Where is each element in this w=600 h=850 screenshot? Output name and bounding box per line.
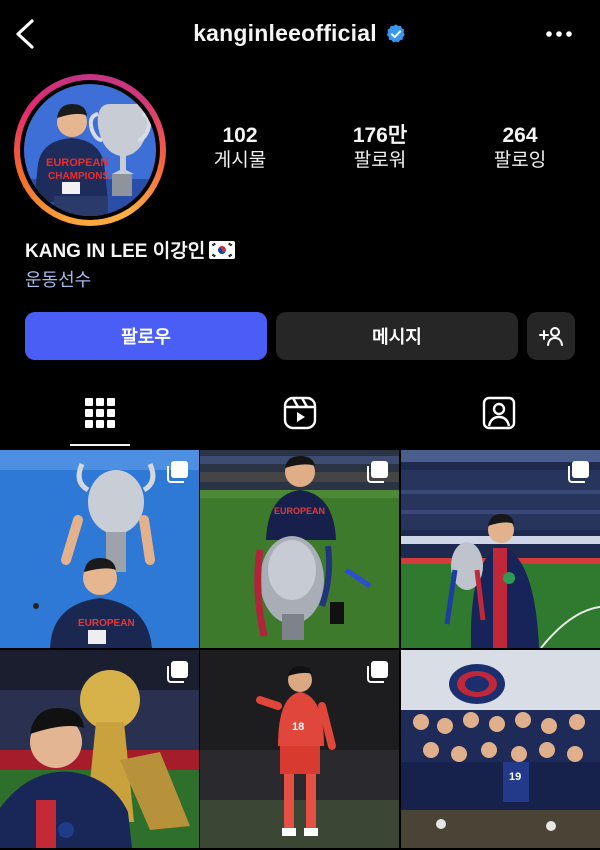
svg-text:18: 18 (292, 721, 304, 733)
follow-button[interactable]: 팔로우 (25, 312, 267, 360)
post-thumbnail-5[interactable]: 18 (200, 650, 399, 848)
post-thumbnail-1[interactable]: EUROPEAN (0, 450, 199, 648)
suggested-accounts-button[interactable] (527, 312, 575, 360)
post-thumbnail-2[interactable]: EUROPEAN (200, 450, 399, 648)
stat-value: 176만 (352, 124, 408, 147)
category-label[interactable]: 운동선수 (25, 266, 91, 292)
verified-badge-icon (386, 23, 405, 42)
stat-label: 팔로잉 (493, 150, 547, 171)
more-options-icon[interactable] (544, 24, 574, 44)
stat-label: 팔로워 (353, 150, 407, 171)
svg-text:EUROPEAN: EUROPEAN (78, 618, 135, 629)
profile-header-title: kanginleeofficial (0, 20, 600, 47)
post-thumbnail-6[interactable]: 19 (401, 650, 600, 848)
tagged-icon[interactable] (482, 396, 516, 430)
stat-value: 264 (502, 124, 538, 147)
carousel-icon (167, 461, 188, 483)
followers-count[interactable]: 176만 팔로워 (310, 124, 450, 174)
following-count[interactable]: 264 팔로잉 (450, 124, 590, 174)
south-korea-flag-icon (209, 240, 236, 259)
stat-value: 102 (222, 124, 258, 147)
grid-icon[interactable] (83, 396, 117, 430)
reels-icon[interactable] (283, 396, 317, 430)
svg-text:EUROPEAN: EUROPEAN (274, 506, 325, 516)
top-bar: kanginleeofficial (0, 0, 600, 70)
svg-text:CHAMPIONS: CHAMPIONS (48, 171, 109, 182)
display-name-row: KANG IN LEE 이강인 (25, 236, 236, 263)
post-thumbnail-3[interactable] (401, 450, 600, 648)
posts-count[interactable]: 102 게시물 (170, 124, 310, 174)
avatar[interactable]: EUROPEAN CHAMPIONS (24, 84, 156, 216)
profile-stats: 102 게시물 176만 팔로워 264 팔로잉 (170, 124, 590, 174)
message-button[interactable]: 메시지 (276, 312, 518, 360)
svg-text:EUROPEAN: EUROPEAN (46, 157, 108, 169)
active-tab-indicator (70, 444, 130, 446)
profile-tabs (0, 378, 600, 448)
carousel-icon (167, 661, 188, 683)
svg-text:19: 19 (509, 771, 521, 783)
carousel-icon (568, 461, 589, 483)
display-name: KANG IN LEE 이강인 (25, 241, 206, 262)
post-thumbnail-4[interactable] (0, 650, 199, 848)
username: kanginleeofficial (193, 20, 377, 46)
post-image-team-locker-room: 19 (401, 650, 600, 848)
add-person-icon (539, 327, 563, 346)
carousel-icon (367, 661, 388, 683)
carousel-icon (367, 461, 388, 483)
story-ring[interactable]: EUROPEAN CHAMPIONS (14, 74, 166, 226)
stat-label: 게시물 (213, 150, 267, 171)
